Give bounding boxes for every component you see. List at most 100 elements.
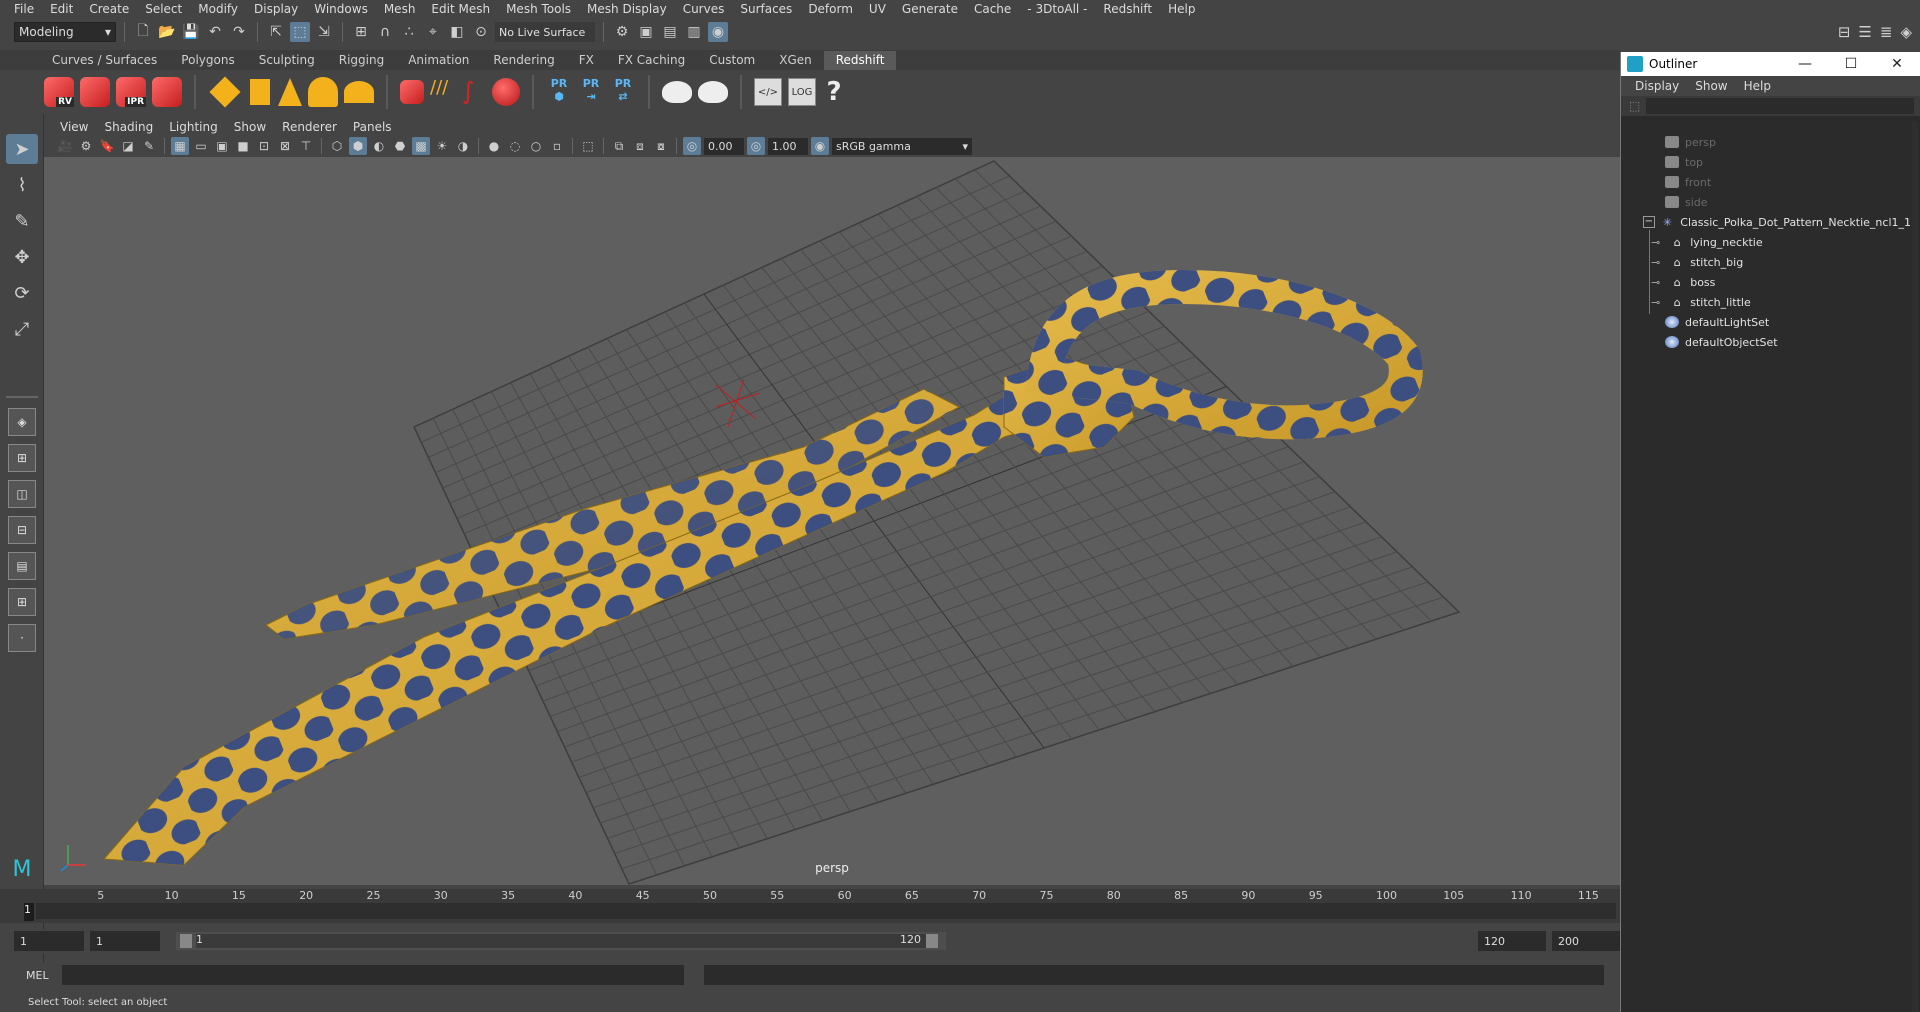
menu-select[interactable]: Select xyxy=(137,2,190,16)
outliner-item-side[interactable]: side xyxy=(1621,192,1911,212)
exposure-field[interactable]: 0.00 xyxy=(704,137,744,155)
current-frame-marker[interactable]: 1 xyxy=(24,903,34,921)
xray-icon[interactable]: ⧉ xyxy=(610,137,628,155)
snap-grid-icon[interactable]: ⊞ xyxy=(351,22,371,42)
motion-blur-icon[interactable]: ◌ xyxy=(506,137,524,155)
tab-polygons[interactable]: Polygons xyxy=(169,51,246,70)
gamma-field[interactable]: 1.00 xyxy=(768,137,808,155)
shadows-icon[interactable]: ◑ xyxy=(454,137,472,155)
redshift-ies-light-icon[interactable] xyxy=(278,78,302,106)
snap-point-icon[interactable]: ∴ xyxy=(399,22,419,42)
menu-edit-mesh[interactable]: Edit Mesh xyxy=(423,2,498,16)
outliner-item-top[interactable]: top xyxy=(1621,152,1911,172)
render-settings-icon[interactable]: ⚙ xyxy=(612,22,632,42)
save-scene-icon[interactable]: 💾 xyxy=(181,22,201,42)
menu-3dtoall[interactable]: - 3DtoAll - xyxy=(1019,2,1095,16)
isolate-select-icon[interactable]: ⬚ xyxy=(579,137,597,155)
depth-of-field-icon[interactable]: ▫ xyxy=(548,137,566,155)
menu-file[interactable]: File xyxy=(6,2,42,16)
new-scene-icon[interactable]: 🗋 xyxy=(133,22,153,42)
redshift-ipr-icon[interactable]: IPR xyxy=(116,77,146,107)
menu-help[interactable]: Help xyxy=(1160,2,1203,16)
menu-deform[interactable]: Deform xyxy=(800,2,861,16)
tab-animation[interactable]: Animation xyxy=(396,51,481,70)
snap-surface-icon[interactable]: ◧ xyxy=(447,22,467,42)
textured-icon[interactable]: ▩ xyxy=(412,137,430,155)
maximize-icon[interactable]: ☐ xyxy=(1828,56,1874,72)
outliner-persp-layout-icon[interactable]: ▤ xyxy=(8,552,36,580)
help-icon[interactable]: ? xyxy=(822,77,846,107)
xray-active-icon[interactable]: ⧈ xyxy=(631,137,649,155)
wireframe-on-shaded-icon[interactable]: ⬣ xyxy=(391,137,409,155)
four-view-layout-icon[interactable]: ⊞ xyxy=(8,444,36,472)
tab-curves-surfaces[interactable]: Curves / Surfaces xyxy=(40,51,169,70)
paint-select-tool-icon[interactable]: ✎ xyxy=(6,206,38,236)
playback-end-field[interactable]: 120 xyxy=(1478,931,1546,951)
menu-uv[interactable]: UV xyxy=(861,2,894,16)
film-gate-icon[interactable]: ▭ xyxy=(192,137,210,155)
outliner-menu-show[interactable]: Show xyxy=(1687,79,1735,93)
command-input[interactable] xyxy=(62,965,684,985)
redshift-settings-icon[interactable] xyxy=(152,77,182,107)
range-end-handle[interactable] xyxy=(926,934,938,948)
code-editor-icon[interactable]: </> xyxy=(754,78,782,106)
tab-rendering[interactable]: Rendering xyxy=(481,51,566,70)
sidebar-toggle-icon[interactable]: ⊟ xyxy=(1838,23,1851,41)
perspective-viewport[interactable]: persp xyxy=(44,157,1620,885)
snap-curve-icon[interactable]: ∩ xyxy=(375,22,395,42)
scale-tool-icon[interactable]: ⤢ xyxy=(6,314,38,344)
safe-title-icon[interactable]: ⊤ xyxy=(297,137,315,155)
gamma-toggle-icon[interactable]: ◎ xyxy=(747,137,765,155)
select-object-icon[interactable]: ⬚ xyxy=(290,22,310,42)
menu-surfaces[interactable]: Surfaces xyxy=(732,2,800,16)
ipr-render-icon[interactable]: ▤ xyxy=(660,22,680,42)
tab-redshift[interactable]: Redshift xyxy=(823,51,897,70)
select-tool-icon[interactable]: ➤ xyxy=(6,134,38,164)
lasso-tool-icon[interactable]: ⌇ xyxy=(6,170,38,200)
persp-graph-layout-icon[interactable]: ⊞ xyxy=(8,588,36,616)
redshift-proxy-icon[interactable] xyxy=(400,80,424,104)
camera-select-icon[interactable]: 🎥 xyxy=(56,137,74,155)
grid-toggle-icon[interactable]: ▦ xyxy=(171,137,189,155)
view-transform-dropdown[interactable]: sRGB gamma ▾ xyxy=(832,137,972,155)
gate-mask-icon[interactable]: ■ xyxy=(234,137,252,155)
range-slider-bar[interactable]: 1 120 xyxy=(176,932,946,950)
outliner-item-persp[interactable]: persp xyxy=(1621,132,1911,152)
modeling-toolkit-icon[interactable]: ◈ xyxy=(1900,23,1912,41)
tab-fx-caching[interactable]: FX Caching xyxy=(606,51,697,70)
outliner-item-default-light-set[interactable]: defaultLightSet xyxy=(1621,312,1911,332)
redshift-dome-light-icon[interactable] xyxy=(308,77,338,107)
menu-redshift[interactable]: Redshift xyxy=(1095,2,1160,16)
default-material-icon[interactable]: ◐ xyxy=(370,137,388,155)
animation-end-field[interactable]: 200 xyxy=(1552,931,1620,951)
live-surface-field[interactable]: No Live Surface xyxy=(495,22,595,42)
close-icon[interactable]: ✕ xyxy=(1874,56,1920,72)
image-plane-icon[interactable]: ◪ xyxy=(119,137,137,155)
menu-mesh[interactable]: Mesh xyxy=(376,2,424,16)
outliner-item-lying-necktie[interactable]: ⊸ ⌂ lying_necktie xyxy=(1621,232,1911,252)
select-hierarchy-icon[interactable]: ⇱ xyxy=(266,22,286,42)
panel-menu-shading[interactable]: Shading xyxy=(96,120,161,134)
outliner-item-boss[interactable]: ⊸ ⌂ boss xyxy=(1621,272,1911,292)
menu-edit[interactable]: Edit xyxy=(42,2,81,16)
color-management-icon[interactable]: ◉ xyxy=(811,137,829,155)
outliner-item-front[interactable]: front xyxy=(1621,172,1911,192)
snap-view-icon[interactable]: ⌖ xyxy=(423,22,443,42)
redshift-area-light-icon[interactable] xyxy=(209,76,241,108)
outliner-item-stitch-little[interactable]: ⊸ ⌂ stitch_little xyxy=(1621,292,1911,312)
camera-attributes-icon[interactable]: ⚙ xyxy=(77,137,95,155)
menu-create[interactable]: Create xyxy=(81,2,137,16)
single-view-layout-icon[interactable]: ◈ xyxy=(8,408,36,436)
playback-start-field[interactable]: 1 xyxy=(90,931,160,951)
redshift-material-icon[interactable] xyxy=(492,78,520,106)
filter-icon[interactable]: ⬚ xyxy=(1629,99,1640,113)
menu-windows[interactable]: Windows xyxy=(306,2,376,16)
menu-mesh-display[interactable]: Mesh Display xyxy=(579,2,675,16)
tab-fx[interactable]: FX xyxy=(567,51,606,70)
screen-space-ao-icon[interactable]: ● xyxy=(485,137,503,155)
panel-menu-lighting[interactable]: Lighting xyxy=(161,120,226,134)
wireframe-icon[interactable]: ⬡ xyxy=(328,137,346,155)
side-by-side-layout-icon[interactable]: ◫ xyxy=(8,480,36,508)
time-slider[interactable]: 1 5 10 15 20 25 30 35 40 45 50 55 60 65 70 75 80 85 90 95 1… xyxy=(0,889,1620,923)
outliner-scrollbar[interactable] xyxy=(1912,122,1918,1012)
